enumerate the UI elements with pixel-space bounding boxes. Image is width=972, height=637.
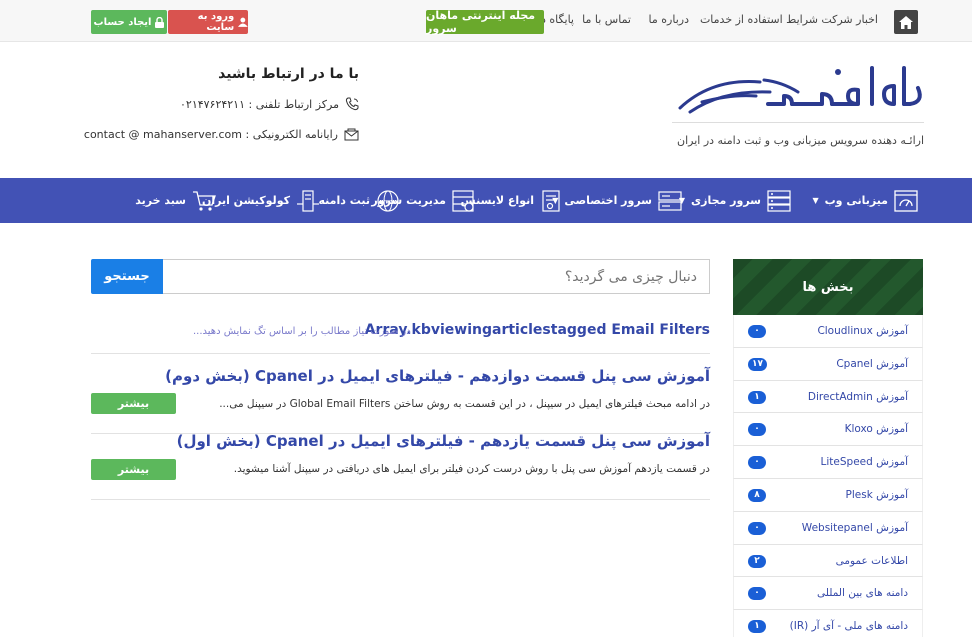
cart-icon bbox=[193, 190, 216, 211]
envelope-icon bbox=[344, 128, 359, 141]
server-management-icon bbox=[452, 189, 474, 212]
top-link-news[interactable]: اخبار شرکت bbox=[821, 13, 878, 26]
server-icon bbox=[767, 189, 791, 212]
tag-title: Array.kbviewingarticlestagged Email Filt… bbox=[364, 322, 710, 338]
contact-phone: مرکز ارتباط تلفنی : ۰۲۱۴۷۶۲۴۲۱۱ bbox=[180, 97, 359, 111]
search-input[interactable] bbox=[162, 259, 710, 294]
nav-shopping-cart[interactable]: سبد خرید bbox=[135, 178, 216, 223]
sidebar-item-label: آموزش Cpanel bbox=[836, 357, 908, 370]
sidebar-item[interactable]: آموزش DirectAdmin ۱ bbox=[733, 380, 923, 414]
nav-label: سرور اختصاصی bbox=[564, 194, 652, 207]
sidebar-title: بخش ها bbox=[733, 259, 923, 315]
search-button[interactable]: جستجو bbox=[91, 259, 163, 294]
divider bbox=[91, 353, 710, 354]
sidebar-item-label: آموزش Plesk bbox=[845, 488, 908, 501]
count-badge: ۰ bbox=[748, 423, 766, 437]
phone-icon bbox=[345, 97, 359, 111]
mahanserver-logo[interactable] bbox=[672, 58, 926, 114]
sidebar-item[interactable]: آموزش Kloxo ۰ bbox=[733, 413, 923, 447]
nav-label: میزبانی وب bbox=[824, 194, 888, 207]
main-navigation: میزبانی وب ▼ سرور مجازی ▼ سرور اختصاصی ▼… bbox=[0, 178, 972, 223]
sidebar-item[interactable]: آموزش LiteSpeed ۰ bbox=[733, 446, 923, 479]
home-icon bbox=[899, 15, 913, 29]
sidebar-item[interactable]: آموزش Cloudlinux ۰ bbox=[733, 315, 923, 348]
article-description: در قسمت یازدهم آموزش سی پنل با روش درست … bbox=[233, 463, 710, 475]
logo-divider bbox=[672, 122, 924, 123]
sidebar-item-label: آموزش Kloxo bbox=[844, 423, 908, 436]
top-bar: اخبار شرکت شرایط استفاده از خدمات درباره… bbox=[0, 0, 972, 42]
sidebar-item-label: دامنه های ملی - آی آر (IR) bbox=[789, 620, 908, 633]
signup-button[interactable]: ایجاد حساب bbox=[91, 10, 167, 34]
home-button[interactable] bbox=[894, 10, 918, 34]
nav-web-hosting[interactable]: میزبانی وب ▼ bbox=[812, 178, 918, 223]
sidebar-item[interactable]: آموزش Cpanel ۱۷ bbox=[733, 347, 923, 381]
nav-licenses[interactable]: انواع لایسنس bbox=[461, 178, 564, 223]
sidebar-item[interactable]: دامنه های ملی - آی آر (IR) ۱ bbox=[733, 610, 923, 637]
more-button[interactable]: بیشتر bbox=[91, 393, 176, 414]
nav-dedicated-server[interactable]: سرور اختصاصی ▼ bbox=[552, 178, 682, 223]
colocation-icon bbox=[297, 189, 319, 212]
nav-label: سبد خرید bbox=[135, 194, 186, 207]
globe-www-icon: www bbox=[377, 189, 399, 212]
phone-text: مرکز ارتباط تلفنی : ۰۲۱۴۷۶۲۴۲۱۱ bbox=[180, 97, 339, 111]
site-tagline: ارائـه دهنده سرویس میزبانی وب و ثبت دامن… bbox=[677, 134, 924, 147]
login-button[interactable]: ورود به سایت bbox=[168, 10, 248, 34]
sidebar-category-list: آموزش Cloudlinux ۰ آموزش Cpanel ۱۷ آموزش… bbox=[733, 315, 923, 637]
nav-domain-registration[interactable]: www ثبت دامنه bbox=[319, 178, 400, 223]
contact-title: با ما در ارتباط باشید bbox=[218, 66, 359, 82]
nav-label: سرور مجازی bbox=[691, 194, 761, 207]
top-link-contact[interactable]: تماس با ما bbox=[582, 13, 631, 26]
sidebar-item-label: آموزش Cloudlinux bbox=[817, 325, 908, 337]
count-badge: ۰ bbox=[748, 325, 766, 338]
count-badge: ۰ bbox=[748, 456, 766, 470]
nav-colocation[interactable]: کولوکیشن ایران bbox=[202, 178, 320, 223]
nav-virtual-server[interactable]: سرور مجازی ▼ bbox=[679, 178, 791, 223]
login-label: ورود به سایت bbox=[197, 11, 235, 33]
sidebar-item-label: آموزش Websitepanel bbox=[801, 521, 908, 534]
sidebar-item[interactable]: اطلاعات عمومی ۲ bbox=[733, 544, 923, 578]
count-badge: ۱۷ bbox=[748, 357, 767, 371]
license-icon bbox=[542, 189, 560, 212]
sidebar-item[interactable]: دامنه های بین المللی ۰ bbox=[733, 577, 923, 611]
article-title[interactable]: آموزش سی پنل قسمت دوازدهم - فیلترهای ایم… bbox=[165, 367, 710, 385]
signup-label: ایجاد حساب bbox=[93, 16, 152, 28]
more-button[interactable]: بیشتر bbox=[91, 459, 176, 480]
sidebar-item-label: آموزش DirectAdmin bbox=[807, 390, 908, 403]
sidebar-item[interactable]: آموزش Plesk ۸ bbox=[733, 478, 923, 512]
top-link-terms[interactable]: شرایط استفاده از خدمات bbox=[700, 13, 818, 26]
count-badge: ۲ bbox=[748, 554, 766, 568]
count-badge: ۱ bbox=[748, 620, 766, 634]
svg-text:www: www bbox=[380, 198, 397, 205]
count-badge: ۱ bbox=[748, 390, 766, 404]
article-title[interactable]: آموزش سی پنل قسمت یازدهم - فیلترهای ایمی… bbox=[177, 432, 710, 450]
lock-icon bbox=[155, 16, 165, 28]
count-badge: ۰ bbox=[748, 587, 766, 601]
sidebar-item-label: اطلاعات عمومی bbox=[835, 554, 908, 567]
user-icon bbox=[238, 17, 248, 27]
dedicated-server-icon bbox=[658, 190, 682, 211]
tag-note: در صورت نیاز مطالب را بر اساس تگ نمایش د… bbox=[193, 326, 411, 337]
email-text: رایانامه الکترونیکی : contact @ mahanser… bbox=[83, 128, 338, 141]
divider bbox=[91, 499, 710, 500]
magazine-button[interactable]: مجله اینترنتی ماهان سرور bbox=[426, 9, 544, 35]
count-badge: ۸ bbox=[748, 488, 766, 502]
contact-email: رایانامه الکترونیکی : contact @ mahanser… bbox=[84, 128, 359, 141]
top-link-about[interactable]: درباره ما bbox=[649, 13, 689, 26]
hosting-icon bbox=[894, 189, 918, 212]
count-badge: ۰ bbox=[748, 521, 766, 535]
sidebar-item-label: دامنه های بین المللی bbox=[817, 587, 908, 600]
sidebar-item[interactable]: آموزش Websitepanel ۰ bbox=[733, 511, 923, 545]
article-description: در ادامه مبحث فیلترهای ایمیل در سیپنل ، … bbox=[219, 398, 710, 410]
chevron-down-icon: ▼ bbox=[812, 196, 819, 205]
sidebar-item-label: آموزش LiteSpeed bbox=[820, 456, 908, 469]
nav-label: ثبت دامنه bbox=[318, 194, 370, 207]
